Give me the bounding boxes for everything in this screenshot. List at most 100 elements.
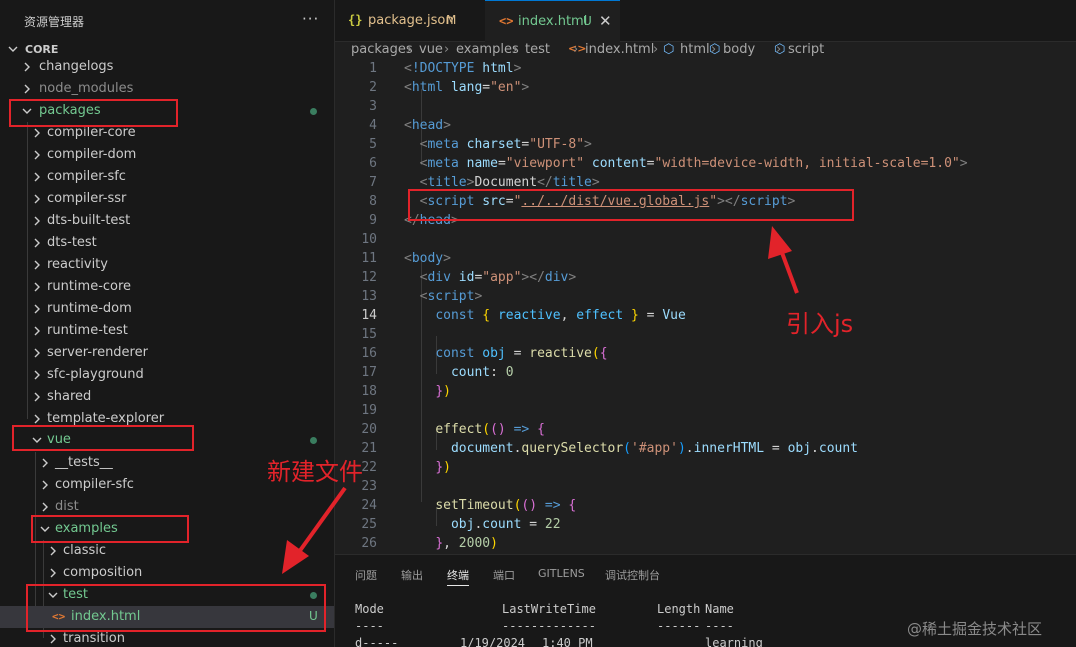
code-line[interactable]: 16 const obj = reactive({ — [335, 346, 1076, 365]
line-number: 16 — [361, 346, 377, 361]
more-actions-icon[interactable]: ··· — [302, 10, 319, 28]
tree-item-label: composition — [63, 565, 143, 580]
chevron-right-icon — [32, 216, 42, 226]
chevron-right-icon — [48, 634, 58, 644]
tree-item-sfc-playground[interactable]: sfc-playground — [0, 364, 334, 386]
panel-tab[interactable]: GITLENS — [538, 567, 585, 580]
code-line[interactable]: 22 }) — [335, 460, 1076, 479]
code-line[interactable]: 23 — [335, 479, 1076, 498]
chevron-right-icon — [32, 304, 42, 314]
code-line[interactable]: 2 <html lang="en"> — [335, 80, 1076, 99]
code-text: count: 0 — [450, 365, 514, 380]
breadcrumb-item[interactable]: examples — [456, 42, 519, 57]
highlight-examples — [31, 515, 189, 543]
chevron-right-icon — [32, 348, 42, 358]
code-line[interactable]: 5 <meta charset="UTF-8"> — [335, 137, 1076, 156]
watermark: @稀土掘金技术社区 — [907, 620, 1043, 638]
code-text: const obj = reactive({ — [435, 346, 608, 361]
tree-item-node-modules[interactable]: node_modules — [0, 78, 334, 100]
line-number: 1 — [369, 61, 377, 76]
git-change-dot — [310, 437, 317, 444]
term-header-lastwrite: LastWriteTime — [502, 602, 596, 616]
code-line[interactable]: 15 — [335, 327, 1076, 346]
tree-item-label: compiler-dom — [47, 147, 137, 162]
tree-item-dts-built-test[interactable]: dts-built-test — [0, 210, 334, 232]
tree-item-compiler-sfc[interactable]: compiler-sfc — [0, 166, 334, 188]
line-number: 25 — [361, 517, 377, 532]
code-line[interactable]: 14 const { reactive, effect } = Vue — [335, 308, 1076, 327]
tree-item-composition[interactable]: composition — [0, 562, 334, 584]
code-line[interactable]: 18 }) — [335, 384, 1076, 403]
breadcrumb-item[interactable]: script — [788, 42, 824, 57]
modified-badge: M — [446, 13, 457, 27]
code-line[interactable]: 1 <!DOCTYPE html> — [335, 61, 1076, 80]
code-line[interactable]: 12 <div id="app"></div> — [335, 270, 1076, 289]
line-number: 6 — [369, 156, 377, 171]
tree-item-runtime-core[interactable]: runtime-core — [0, 276, 334, 298]
tree-item-compiler-dom[interactable]: compiler-dom — [0, 144, 334, 166]
tree-item-runtime-test[interactable]: runtime-test — [0, 320, 334, 342]
breadcrumb-item[interactable]: html — [680, 42, 710, 57]
code-line[interactable]: 26 }, 2000) — [335, 536, 1076, 554]
chevron-right-icon: › — [711, 42, 717, 57]
term-header-name: Name — [705, 602, 734, 616]
code-line[interactable]: 25 obj.count = 22 — [335, 517, 1076, 536]
tree-item-label: runtime-test — [47, 323, 128, 338]
term-dash-length: ------ — [657, 619, 701, 633]
tree-item-runtime-dom[interactable]: runtime-dom — [0, 298, 334, 320]
line-number: 18 — [361, 384, 377, 399]
code-line[interactable]: 3 — [335, 99, 1076, 118]
highlight-script-tag — [408, 189, 854, 221]
tree-item-label: dts-test — [47, 235, 97, 250]
breadcrumb-item[interactable]: vue — [419, 42, 443, 57]
panel-tab[interactable]: 调试控制台 — [605, 567, 660, 583]
tab-index-html[interactable]: <> index.html U ✕ — [485, 0, 620, 42]
tree-item-label: dist — [55, 499, 79, 514]
tree-item-classic[interactable]: classic — [0, 540, 334, 562]
panel-tab[interactable]: 问题 — [355, 567, 377, 583]
panel-tab[interactable]: 输出 — [401, 567, 423, 583]
close-icon[interactable]: ✕ — [599, 12, 612, 30]
tree-item-shared[interactable]: shared — [0, 386, 334, 408]
line-number: 3 — [369, 99, 377, 114]
panel-tab[interactable]: 端口 — [493, 567, 515, 583]
element-icon: ⬡ — [663, 42, 675, 57]
term-header-mode: Mode — [355, 602, 384, 616]
breadcrumb-item[interactable]: body — [723, 42, 755, 57]
code-line[interactable]: 21 document.querySelector('#app').innerH… — [335, 441, 1076, 460]
json-file-icon: {} — [348, 13, 363, 27]
code-line[interactable]: 6 <meta name="viewport" content="width=d… — [335, 156, 1076, 175]
chevron-right-icon: › — [407, 42, 413, 57]
breadcrumb-item[interactable]: index.html — [585, 42, 654, 57]
code-line[interactable]: 13 <script> — [335, 289, 1076, 308]
code-line[interactable]: 17 count: 0 — [335, 365, 1076, 384]
chevron-right-icon — [40, 480, 50, 490]
panel-tab[interactable]: 终端 — [447, 567, 469, 583]
breadcrumb-item[interactable]: test — [525, 42, 550, 57]
code-line[interactable]: 10 — [335, 232, 1076, 251]
chevron-right-icon — [40, 458, 50, 468]
code-line[interactable]: 11 <body> — [335, 251, 1076, 270]
chevron-right-icon — [48, 568, 58, 578]
tree-item-reactivity[interactable]: reactivity — [0, 254, 334, 276]
chevron-right-icon: › — [653, 42, 659, 57]
line-number: 2 — [369, 80, 377, 95]
code-text: <title>Document</title> — [419, 175, 600, 190]
code-text: }) — [435, 460, 451, 475]
code-line[interactable]: 4 <head> — [335, 118, 1076, 137]
tree-item-compiler-ssr[interactable]: compiler-ssr — [0, 188, 334, 210]
code-view[interactable]: 1 <!DOCTYPE html> 2 <html lang="en"> 3 4 <head… — [335, 61, 1076, 554]
tab-package-json[interactable]: {} package.json M — [335, 0, 483, 42]
tree-item-server-renderer[interactable]: server-renderer — [0, 342, 334, 364]
code-line[interactable]: 20 effect(() => { — [335, 422, 1076, 441]
code-text: <head> — [404, 118, 451, 133]
highlight-test-index — [26, 584, 326, 632]
tree-item-dts-test[interactable]: dts-test — [0, 232, 334, 254]
tree-item-changelogs[interactable]: changelogs — [0, 56, 334, 78]
tree-item-label: changelogs — [39, 59, 114, 74]
breadcrumb-item[interactable]: packages — [351, 42, 413, 57]
code-line[interactable]: 19 — [335, 403, 1076, 422]
term-dash-name: ---- — [705, 619, 734, 633]
git-change-dot — [310, 108, 317, 115]
code-line[interactable]: 24 setTimeout(() => { — [335, 498, 1076, 517]
